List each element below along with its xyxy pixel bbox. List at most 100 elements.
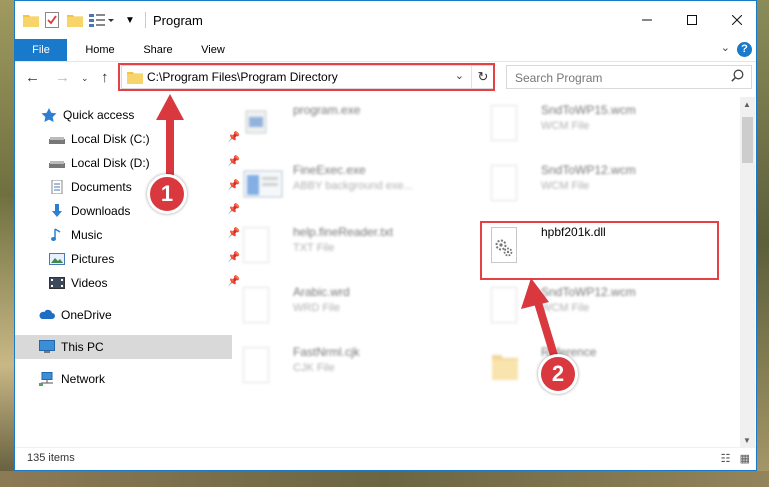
music-icon	[49, 228, 65, 242]
list-item[interactable]: SndToWP15.wcm WCM File	[485, 97, 715, 153]
file-name: SndToWP12.wcm	[541, 285, 636, 299]
up-arrow-icon[interactable]: ↑	[101, 69, 109, 86]
list-item[interactable]: FastNrml.cjk CJK File	[237, 339, 467, 395]
file-name: Arabic.wrd	[293, 285, 350, 299]
sidebar-item-this-pc[interactable]: This PC	[15, 335, 232, 359]
folder-icon	[491, 347, 518, 383]
drive-icon	[49, 156, 65, 170]
forward-arrow-icon[interactable]: →	[55, 69, 70, 86]
properties-icon[interactable]	[45, 11, 59, 29]
list-item[interactable]: FineExec.exe ABBY background exe...	[237, 157, 467, 213]
view-toggle: ☷ ▦	[721, 452, 750, 465]
file-name: SndToWP12.wcm	[541, 163, 636, 177]
list-item[interactable]: SndToWP12.wcm WCM File	[485, 279, 715, 335]
maximize-icon	[687, 15, 697, 25]
callout-1: 1	[147, 174, 187, 214]
file-type: CJK File	[293, 362, 335, 374]
videos-icon	[49, 276, 65, 290]
scroll-down-icon[interactable]: ▼	[743, 436, 751, 445]
new-folder-icon[interactable]	[67, 11, 83, 29]
sidebar-item-label: Downloads	[71, 204, 131, 218]
minimize-button[interactable]	[631, 7, 663, 33]
sidebar-item-local-disk-c[interactable]: Local Disk (C:) 📌	[15, 127, 242, 151]
close-button[interactable]	[721, 7, 753, 33]
large-icons-view-icon[interactable]: ▦	[740, 453, 750, 465]
file-icon	[243, 347, 269, 383]
maximize-button[interactable]	[676, 7, 708, 33]
sidebar-item-quick-access[interactable]: Quick access	[15, 103, 234, 127]
sidebar-item-label: Local Disk (D:)	[71, 156, 150, 170]
status-bar: 135 items ☷ ▦	[15, 447, 756, 470]
list-item[interactable]: SndToWP12.wcm WCM File	[485, 157, 715, 213]
vertical-scrollbar[interactable]: ▲ ▼	[740, 97, 755, 448]
documents-icon	[49, 179, 65, 195]
sidebar-item-music[interactable]: Music 📌	[15, 223, 242, 247]
tab-view[interactable]: View	[189, 39, 237, 61]
desktop-background-left	[0, 0, 14, 487]
ribbon-tabs: File Home Share View ⌄ ?	[15, 39, 756, 62]
file-name: FineExec.exe	[293, 163, 366, 177]
scroll-up-icon[interactable]: ▲	[743, 100, 751, 109]
chevron-down-icon[interactable]: ▼	[125, 11, 135, 29]
title-bar: ▼ Program	[15, 1, 756, 39]
sidebar-item-label: Quick access	[63, 108, 135, 122]
tab-share[interactable]: Share	[133, 39, 183, 61]
desktop-background-right	[757, 0, 769, 487]
file-type: TXT File	[293, 242, 335, 254]
sidebar-item-label: Pictures	[71, 252, 115, 266]
recent-locations-icon[interactable]: ⌄	[81, 73, 89, 84]
sidebar-item-videos[interactable]: Videos 📌	[15, 271, 242, 295]
divider	[145, 12, 146, 28]
search-placeholder: Search Program	[515, 71, 603, 85]
sidebar-item-local-disk-d[interactable]: Local Disk (D:) 📌	[15, 151, 242, 175]
tab-home[interactable]: Home	[75, 39, 125, 61]
tab-file[interactable]: File	[15, 39, 67, 61]
file-icon	[491, 165, 517, 201]
callout-2: 2	[538, 354, 578, 394]
file-type: WCM File	[541, 180, 590, 192]
file-type: WRD File	[293, 302, 341, 314]
list-item[interactable]: program.exe	[237, 97, 467, 153]
close-icon	[732, 15, 742, 25]
list-item[interactable]: help.fineReader.txt TXT File	[237, 219, 467, 275]
search-input[interactable]: Search Program	[506, 65, 752, 89]
help-icon[interactable]: ?	[737, 42, 752, 57]
sidebar-item-pictures[interactable]: Pictures 📌	[15, 247, 242, 271]
downloads-icon	[49, 204, 65, 218]
scrollbar-thumb[interactable]	[742, 117, 753, 163]
sidebar-item-onedrive[interactable]: OneDrive	[15, 303, 232, 327]
file-type: ABBY background exe...	[293, 180, 413, 192]
program-file-icon	[243, 105, 269, 141]
sidebar-item-label: Local Disk (C:)	[71, 132, 150, 146]
window-title: Program	[153, 13, 203, 28]
drive-icon	[49, 132, 65, 146]
navigation-pane: Quick access Local Disk (C:) 📌 Local Dis…	[15, 97, 240, 448]
computer-icon	[39, 340, 55, 354]
sidebar-item-downloads[interactable]: Downloads 📌	[15, 199, 242, 223]
expand-ribbon-icon[interactable]: ⌄	[721, 41, 730, 54]
file-name: help.fineReader.txt	[293, 225, 394, 239]
sidebar-item-network[interactable]: Network	[15, 367, 232, 391]
file-name: FastNrml.cjk	[293, 345, 360, 359]
file-highlight	[480, 221, 719, 280]
details-view-icon[interactable]: ☷	[721, 453, 731, 465]
file-icon	[491, 287, 517, 323]
list-item[interactable]: Arabic.wrd WRD File	[237, 279, 467, 335]
list-item[interactable]: Reference	[485, 339, 715, 395]
customize-toolbar-icon[interactable]	[89, 11, 117, 29]
file-name: program.exe	[293, 103, 361, 117]
cloud-icon	[39, 308, 55, 322]
network-icon	[39, 372, 55, 386]
sidebar-item-label: Music	[71, 228, 103, 242]
sidebar-item-documents[interactable]: Documents 📌	[15, 175, 242, 199]
folder-icon	[23, 11, 39, 29]
sidebar-item-label: Network	[61, 372, 106, 386]
search-icon	[731, 69, 744, 85]
sidebar-item-label: Documents	[71, 180, 132, 194]
file-type: WCM File	[541, 302, 590, 314]
sidebar-item-label: OneDrive	[61, 308, 112, 322]
file-type: WCM File	[541, 120, 590, 132]
file-icon	[491, 105, 517, 141]
text-file-icon	[243, 227, 269, 263]
back-arrow-icon[interactable]: ←	[25, 69, 40, 86]
